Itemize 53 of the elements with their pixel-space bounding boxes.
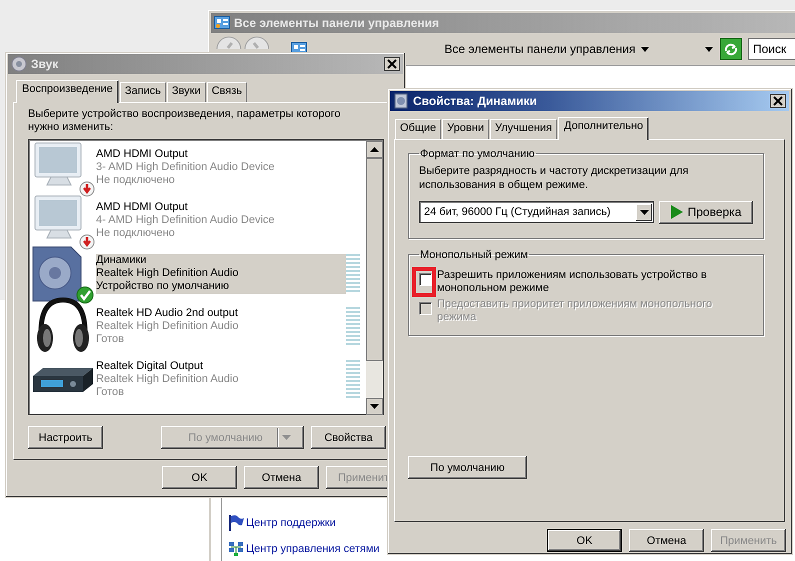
tab[interactable]: Уровни [442, 118, 489, 139]
instruction-text: Выберите устройство воспроизведения, параметры которого нужно изменить: [28, 108, 342, 134]
dialog-button[interactable]: OK [547, 529, 622, 552]
checkbox-label: Разрешить приложениям использовать устройство в монопольном режиме [437, 268, 708, 295]
tab[interactable]: Запись [120, 82, 166, 102]
dialog-button[interactable]: Настроить [28, 426, 103, 449]
forward-icon [244, 36, 270, 49]
control-panel-icon [214, 16, 230, 30]
link[interactable]: Центр поддержки [246, 517, 336, 529]
tab[interactable]: Воспроизведение [16, 80, 119, 103]
dialog-button[interactable]: Отмена [244, 466, 319, 489]
close-icon [384, 57, 400, 71]
speaker-icon [11, 56, 27, 72]
tab[interactable]: Общие [395, 118, 442, 139]
device-item[interactable]: AMD HDMI Output 3- AMD High Definition Audio Device Не подключено [96, 148, 346, 188]
dialog-button[interactable]: Отмена [629, 529, 704, 552]
checkbox[interactable] [419, 272, 432, 286]
window-title: Все элементы панели управления [234, 16, 440, 30]
format-dropdown[interactable]: 24 бит, 96000 Гц (Студийная запись) [419, 201, 654, 224]
device-item[interactable]: Динамики Realtek High Definition Audio Устройство по умолчанию [96, 254, 346, 294]
caret-icon [705, 46, 714, 52]
restore-defaults-button[interactable]: По умолчанию [408, 456, 527, 479]
device-item[interactable]: Realtek HD Audio 2nd output Realtek High Definition Audio Готов [96, 306, 346, 346]
tab[interactable]: Улучшения [490, 118, 557, 139]
tab[interactable]: Звуки [166, 82, 206, 102]
dialog-button[interactable]: OK [162, 466, 237, 489]
device-item[interactable]: AMD HDMI Output 4- AMD High Definition Audio Device Не подключено [96, 200, 346, 240]
caret-icon [640, 210, 648, 215]
breadcrumb-item[interactable]: Все элементы панели управления [444, 42, 636, 56]
close-icon [770, 94, 786, 108]
tab[interactable]: Дополнительно [558, 116, 650, 140]
back-icon [216, 36, 242, 49]
refresh-button[interactable] [720, 38, 742, 60]
window-title: Свойства: Динамики [413, 94, 537, 108]
speaker-icon [393, 92, 409, 109]
tab[interactable]: Связь [206, 82, 248, 102]
flag-icon [228, 514, 244, 532]
search-field[interactable]: Поиск [748, 38, 795, 60]
checkbox-label: Предоставить приоритет приложениям монопольного режима [437, 298, 714, 324]
dialog-button[interactable]: Свойства [311, 426, 386, 449]
network-icon [228, 541, 244, 557]
refresh-icon [723, 42, 740, 56]
test-button[interactable]: Проверка [659, 200, 753, 224]
caret-icon [640, 46, 648, 52]
play-icon [670, 205, 683, 220]
group-title: Формат по умолчанию [419, 148, 536, 160]
device-item[interactable]: Realtek Digital Output Realtek High Definition Audio Готов [96, 360, 346, 400]
group-title: Монопольный режим [419, 248, 529, 261]
window-title: Звук [31, 57, 58, 71]
caret-icon [282, 435, 291, 440]
description-text: Выберите разрядность и частоту дискретизации для использования в общем режиме. [419, 164, 690, 192]
close-button[interactable] [770, 94, 786, 108]
link[interactable]: Центр управления сетями [246, 543, 380, 555]
